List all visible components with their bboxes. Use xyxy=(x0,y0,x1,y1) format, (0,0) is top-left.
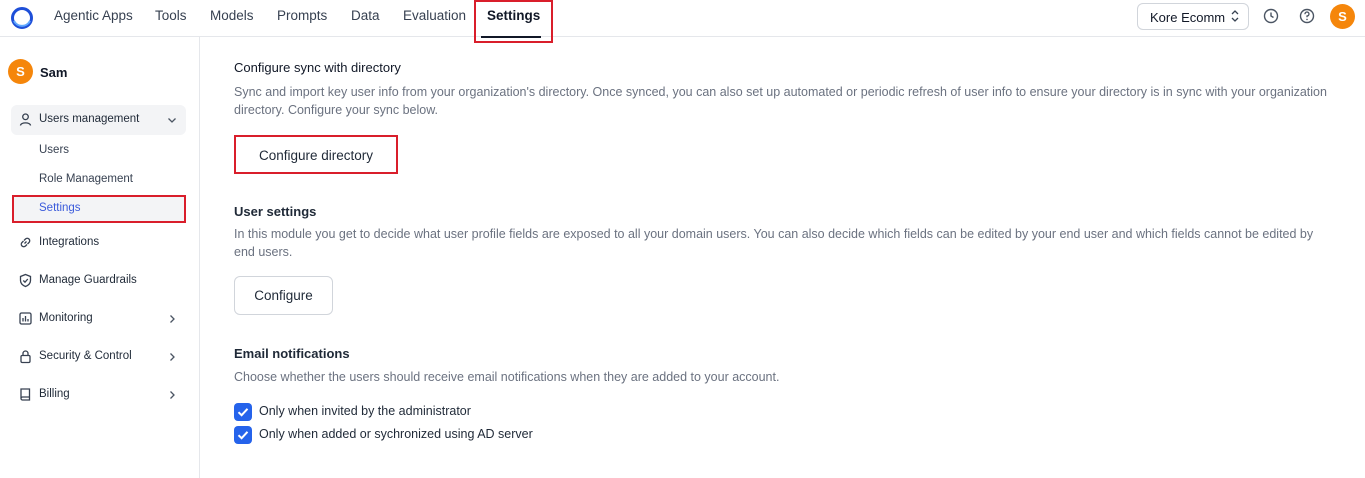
sidebar-group-label: Users management xyxy=(39,113,140,125)
user-settings-description: In this module you get to decide what us… xyxy=(234,227,1314,259)
sidebar-item-users[interactable]: Users xyxy=(39,144,69,156)
clock-icon[interactable] xyxy=(1262,7,1280,25)
nav-models[interactable]: Models xyxy=(210,8,254,24)
user-icon xyxy=(19,113,32,126)
chevron-right-icon xyxy=(170,391,175,399)
sidebar-item-label: Manage Guardrails xyxy=(39,274,137,286)
chevron-right-icon xyxy=(170,315,175,323)
chart-icon xyxy=(19,312,32,325)
sidebar-item-label: Monitoring xyxy=(39,312,93,324)
workspace-select-value: Kore Ecomm xyxy=(1150,10,1226,25)
sidebar-item-role-management[interactable]: Role Management xyxy=(39,173,133,185)
chevron-down-icon xyxy=(168,118,176,123)
user-settings-title: User settings xyxy=(234,204,317,219)
top-bar: Agentic Apps Tools Models Prompts Data E… xyxy=(0,0,1365,43)
sidebar-item-settings[interactable]: Settings xyxy=(39,202,81,214)
sidebar-item-label: Security & Control xyxy=(39,350,132,362)
sidebar: S Sam Users management Users Role Manage… xyxy=(0,37,200,478)
checkbox-checked-icon[interactable] xyxy=(234,403,252,421)
sidebar-group-users-management[interactable]: Users management xyxy=(11,105,186,135)
lock-icon xyxy=(20,350,31,364)
link-icon xyxy=(20,237,31,248)
sidebar-item-label: Billing xyxy=(39,388,70,400)
user-avatar[interactable]: S xyxy=(1330,4,1355,29)
chevron-up-down-icon xyxy=(1231,10,1239,22)
sidebar-item-security-control[interactable]: Security & Control xyxy=(0,342,200,372)
checkbox-checked-icon[interactable] xyxy=(234,426,252,444)
sidebar-avatar: S xyxy=(8,59,33,84)
email-notifications-description: Choose whether the users should receive … xyxy=(234,370,780,384)
nav-tools[interactable]: Tools xyxy=(155,8,187,24)
sidebar-item-billing[interactable]: Billing xyxy=(0,380,200,410)
sync-description: Sync and import key user info from your … xyxy=(234,85,1327,117)
email-option-label: Only when added or sychronized using AD … xyxy=(259,427,533,441)
sidebar-item-integrations[interactable]: Integrations xyxy=(0,228,200,258)
nav-evaluation[interactable]: Evaluation xyxy=(403,8,466,24)
configure-directory-button[interactable]: Configure directory xyxy=(234,135,398,174)
nav-agentic-apps[interactable]: Agentic Apps xyxy=(54,8,133,24)
email-option-label: Only when invited by the administrator xyxy=(259,404,471,418)
nav-settings[interactable]: Settings xyxy=(487,8,540,24)
app-logo-icon[interactable] xyxy=(10,6,34,30)
nav-data[interactable]: Data xyxy=(351,8,380,24)
sidebar-user-name: Sam xyxy=(40,65,68,80)
configure-button[interactable]: Configure xyxy=(234,276,333,315)
chevron-right-icon xyxy=(170,353,175,361)
book-icon xyxy=(20,388,31,401)
shield-check-icon xyxy=(19,273,32,288)
sync-title: Configure sync with directory xyxy=(234,60,401,75)
nav-active-underline xyxy=(481,36,541,38)
sidebar-item-manage-guardrails[interactable]: Manage Guardrails xyxy=(0,266,200,296)
nav-prompts[interactable]: Prompts xyxy=(277,8,327,24)
sidebar-item-monitoring[interactable]: Monitoring xyxy=(0,304,200,334)
workspace-select[interactable]: Kore Ecomm xyxy=(1137,3,1249,30)
sidebar-item-label: Integrations xyxy=(39,236,100,248)
help-icon[interactable] xyxy=(1298,7,1316,25)
email-notifications-title: Email notifications xyxy=(234,346,350,361)
